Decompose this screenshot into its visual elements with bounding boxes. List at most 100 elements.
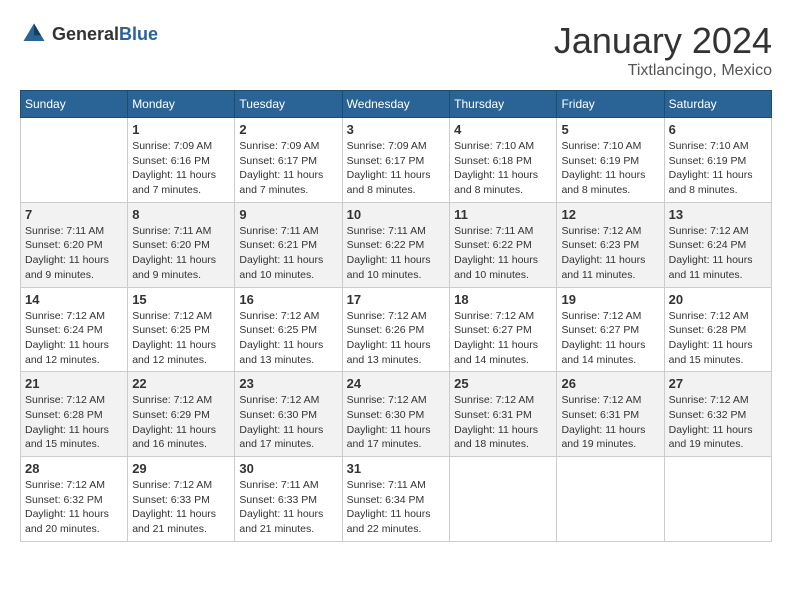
calendar-cell: 22 Sunrise: 7:12 AMSunset: 6:29 PMDayligh… <box>128 372 235 457</box>
calendar-cell: 17Sunrise: 7:12 AMSunset: 6:26 PMDayligh… <box>342 287 450 372</box>
day-info: Sunrise: 7:12 AMSunset: 6:30 PMDaylight:… <box>239 393 337 452</box>
day-info: Sunrise: 7:12 AMSunset: 6:25 PMDaylight:… <box>239 309 337 368</box>
day-number: 11 <box>454 207 552 222</box>
day-number: 19 <box>561 292 659 307</box>
day-info: Sunrise: 7:11 AMSunset: 6:22 PMDaylight:… <box>454 224 552 283</box>
day-info: Sunrise: 7:12 AMSunset: 6:24 PMDaylight:… <box>669 224 767 283</box>
calendar-cell: 25 Sunrise: 7:12 AMSunset: 6:31 PMDayligh… <box>450 372 557 457</box>
day-info: Sunrise: 7:12 AMSunset: 6:32 PMDaylight:… <box>25 478 123 537</box>
day-number: 22 <box>132 376 230 391</box>
calendar-cell: 18Sunrise: 7:12 AMSunset: 6:27 PMDayligh… <box>450 287 557 372</box>
day-info: Sunrise: 7:10 AMSunset: 6:19 PMDaylight:… <box>669 139 767 198</box>
logo-blue: Blue <box>119 24 158 44</box>
calendar-cell: 23Sunrise: 7:12 AMSunset: 6:30 PMDayligh… <box>235 372 342 457</box>
calendar-cell: 5 Sunrise: 7:10 AMSunset: 6:19 PMDaylight… <box>557 118 664 203</box>
location: Tixtlancingo, Mexico <box>554 62 772 80</box>
day-number: 2 <box>239 122 337 137</box>
day-info: Sunrise: 7:12 AMSunset: 6:29 PMDaylight:… <box>132 393 230 452</box>
day-header-wednesday: Wednesday <box>342 91 450 118</box>
calendar-cell: 21 Sunrise: 7:12 AMSunset: 6:28 PMDayligh… <box>21 372 128 457</box>
day-number: 26 <box>561 376 659 391</box>
day-header-thursday: Thursday <box>450 91 557 118</box>
day-number: 24 <box>347 376 446 391</box>
day-number: 9 <box>239 207 337 222</box>
day-number: 17 <box>347 292 446 307</box>
day-info: Sunrise: 7:12 AMSunset: 6:32 PMDaylight:… <box>669 393 767 452</box>
month-title: January 2024 <box>554 20 772 62</box>
day-number: 12 <box>561 207 659 222</box>
day-info: Sunrise: 7:12 AMSunset: 6:23 PMDaylight:… <box>561 224 659 283</box>
day-header-saturday: Saturday <box>664 91 771 118</box>
day-info: Sunrise: 7:12 AMSunset: 6:33 PMDaylight:… <box>132 478 230 537</box>
day-info: Sunrise: 7:09 AMSunset: 6:17 PMDaylight:… <box>239 139 337 198</box>
calendar-cell: 9 Sunrise: 7:11 AMSunset: 6:21 PMDaylight… <box>235 202 342 287</box>
day-number: 18 <box>454 292 552 307</box>
calendar-cell: 26Sunrise: 7:12 AMSunset: 6:31 PMDayligh… <box>557 372 664 457</box>
day-info: Sunrise: 7:10 AMSunset: 6:18 PMDaylight:… <box>454 139 552 198</box>
day-number: 4 <box>454 122 552 137</box>
calendar-cell: 16 Sunrise: 7:12 AMSunset: 6:25 PMDayligh… <box>235 287 342 372</box>
week-row-5: 28Sunrise: 7:12 AMSunset: 6:32 PMDayligh… <box>21 457 772 542</box>
day-number: 10 <box>347 207 446 222</box>
logo-text: GeneralBlue <box>52 24 158 45</box>
calendar-cell: 31Sunrise: 7:11 AMSunset: 6:34 PMDayligh… <box>342 457 450 542</box>
title-section: January 2024 Tixtlancingo, Mexico <box>554 20 772 80</box>
calendar-cell: 3 Sunrise: 7:09 AMSunset: 6:17 PMDaylight… <box>342 118 450 203</box>
calendar-cell: 19 Sunrise: 7:12 AMSunset: 6:27 PMDayligh… <box>557 287 664 372</box>
day-info: Sunrise: 7:11 AMSunset: 6:33 PMDaylight:… <box>239 478 337 537</box>
week-row-1: 1Sunrise: 7:09 AMSunset: 6:16 PMDaylight… <box>21 118 772 203</box>
calendar-cell: 28Sunrise: 7:12 AMSunset: 6:32 PMDayligh… <box>21 457 128 542</box>
day-number: 14 <box>25 292 123 307</box>
day-number: 20 <box>669 292 767 307</box>
calendar-cell: 10 Sunrise: 7:11 AMSunset: 6:22 PMDayligh… <box>342 202 450 287</box>
day-info: Sunrise: 7:12 AMSunset: 6:30 PMDaylight:… <box>347 393 446 452</box>
day-info: Sunrise: 7:12 AMSunset: 6:31 PMDaylight:… <box>454 393 552 452</box>
day-info: Sunrise: 7:11 AMSunset: 6:22 PMDaylight:… <box>347 224 446 283</box>
calendar-cell: 13 Sunrise: 7:12 AMSunset: 6:24 PMDayligh… <box>664 202 771 287</box>
day-info: Sunrise: 7:12 AMSunset: 6:28 PMDaylight:… <box>25 393 123 452</box>
calendar-cell <box>664 457 771 542</box>
calendar-cell: 20Sunrise: 7:12 AMSunset: 6:28 PMDayligh… <box>664 287 771 372</box>
day-number: 1 <box>132 122 230 137</box>
day-info: Sunrise: 7:12 AMSunset: 6:24 PMDaylight:… <box>25 309 123 368</box>
day-info: Sunrise: 7:10 AMSunset: 6:19 PMDaylight:… <box>561 139 659 198</box>
days-header-row: SundayMondayTuesdayWednesdayThursdayFrid… <box>21 91 772 118</box>
day-number: 25 <box>454 376 552 391</box>
day-number: 7 <box>25 207 123 222</box>
day-number: 13 <box>669 207 767 222</box>
day-info: Sunrise: 7:12 AMSunset: 6:27 PMDaylight:… <box>561 309 659 368</box>
day-info: Sunrise: 7:09 AMSunset: 6:17 PMDaylight:… <box>347 139 446 198</box>
calendar-cell: 11 Sunrise: 7:11 AMSunset: 6:22 PMDayligh… <box>450 202 557 287</box>
day-number: 5 <box>561 122 659 137</box>
day-info: Sunrise: 7:11 AMSunset: 6:20 PMDaylight:… <box>25 224 123 283</box>
logo-icon <box>20 20 48 48</box>
day-number: 15 <box>132 292 230 307</box>
calendar-cell: 1Sunrise: 7:09 AMSunset: 6:16 PMDaylight… <box>128 118 235 203</box>
day-info: Sunrise: 7:11 AMSunset: 6:21 PMDaylight:… <box>239 224 337 283</box>
logo: GeneralBlue <box>20 20 158 48</box>
calendar-cell: 4 Sunrise: 7:10 AMSunset: 6:18 PMDaylight… <box>450 118 557 203</box>
day-info: Sunrise: 7:11 AMSunset: 6:20 PMDaylight:… <box>132 224 230 283</box>
calendar-cell: 29Sunrise: 7:12 AMSunset: 6:33 PMDayligh… <box>128 457 235 542</box>
day-number: 3 <box>347 122 446 137</box>
day-number: 21 <box>25 376 123 391</box>
day-number: 8 <box>132 207 230 222</box>
day-info: Sunrise: 7:12 AMSunset: 6:25 PMDaylight:… <box>132 309 230 368</box>
day-header-tuesday: Tuesday <box>235 91 342 118</box>
calendar-cell: 30 Sunrise: 7:11 AMSunset: 6:33 PMDayligh… <box>235 457 342 542</box>
calendar-cell: 6 Sunrise: 7:10 AMSunset: 6:19 PMDaylight… <box>664 118 771 203</box>
day-number: 31 <box>347 461 446 476</box>
day-number: 16 <box>239 292 337 307</box>
calendar-cell <box>450 457 557 542</box>
calendar-cell: 15 Sunrise: 7:12 AMSunset: 6:25 PMDayligh… <box>128 287 235 372</box>
calendar-cell <box>21 118 128 203</box>
calendar-cell: 27Sunrise: 7:12 AMSunset: 6:32 PMDayligh… <box>664 372 771 457</box>
calendar-cell: 7 Sunrise: 7:11 AMSunset: 6:20 PMDaylight… <box>21 202 128 287</box>
day-number: 6 <box>669 122 767 137</box>
calendar-cell: 12 Sunrise: 7:12 AMSunset: 6:23 PMDayligh… <box>557 202 664 287</box>
day-number: 30 <box>239 461 337 476</box>
week-row-2: 7 Sunrise: 7:11 AMSunset: 6:20 PMDaylight… <box>21 202 772 287</box>
week-row-4: 21 Sunrise: 7:12 AMSunset: 6:28 PMDayligh… <box>21 372 772 457</box>
day-header-monday: Monday <box>128 91 235 118</box>
logo-general: General <box>52 24 119 44</box>
